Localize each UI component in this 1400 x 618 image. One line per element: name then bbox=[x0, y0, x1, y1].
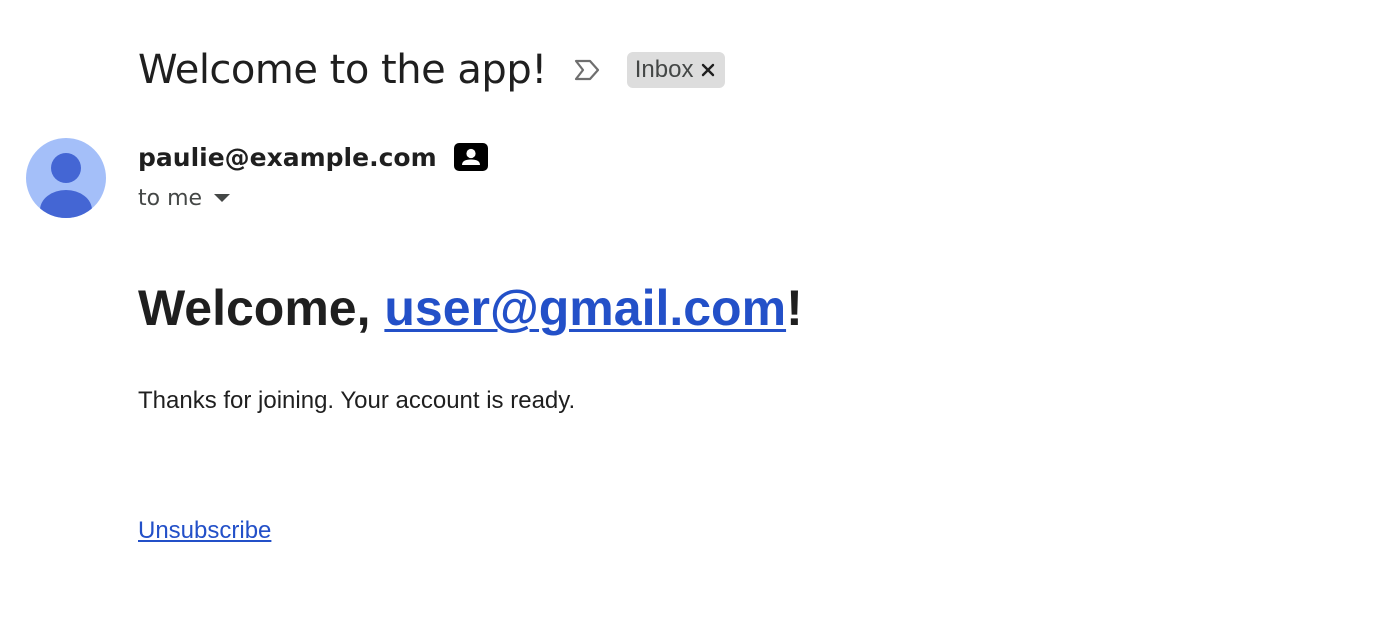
user-email-link[interactable]: user@gmail.com bbox=[384, 280, 786, 336]
label-chip-text: Inbox bbox=[634, 56, 694, 83]
email-subject: Welcome to the app! bbox=[138, 47, 547, 93]
welcome-prefix: Welcome, bbox=[138, 280, 385, 336]
unsubscribe-link[interactable]: Unsubscribe bbox=[138, 515, 271, 547]
welcome-heading: Welcome, user@gmail.com! bbox=[138, 276, 803, 340]
importance-marker-icon[interactable] bbox=[573, 57, 601, 83]
person-icon bbox=[40, 153, 92, 218]
sender-row: paulie@example.com bbox=[138, 138, 489, 176]
contact-card-icon[interactable] bbox=[453, 142, 489, 172]
sender-avatar[interactable] bbox=[26, 138, 106, 218]
welcome-suffix: ! bbox=[786, 280, 803, 336]
close-icon[interactable] bbox=[699, 61, 717, 79]
label-chip-inbox: Inbox bbox=[626, 52, 726, 88]
recipient-label: to me bbox=[138, 185, 203, 211]
subject-row: Welcome to the app! Inbox bbox=[138, 40, 726, 100]
recipient-details-toggle[interactable]: to me bbox=[138, 182, 232, 214]
body-message: Thanks for joining. Your account is read… bbox=[138, 387, 576, 414]
caret-down-icon[interactable] bbox=[212, 188, 232, 208]
sender-email[interactable]: paulie@example.com bbox=[138, 143, 437, 172]
